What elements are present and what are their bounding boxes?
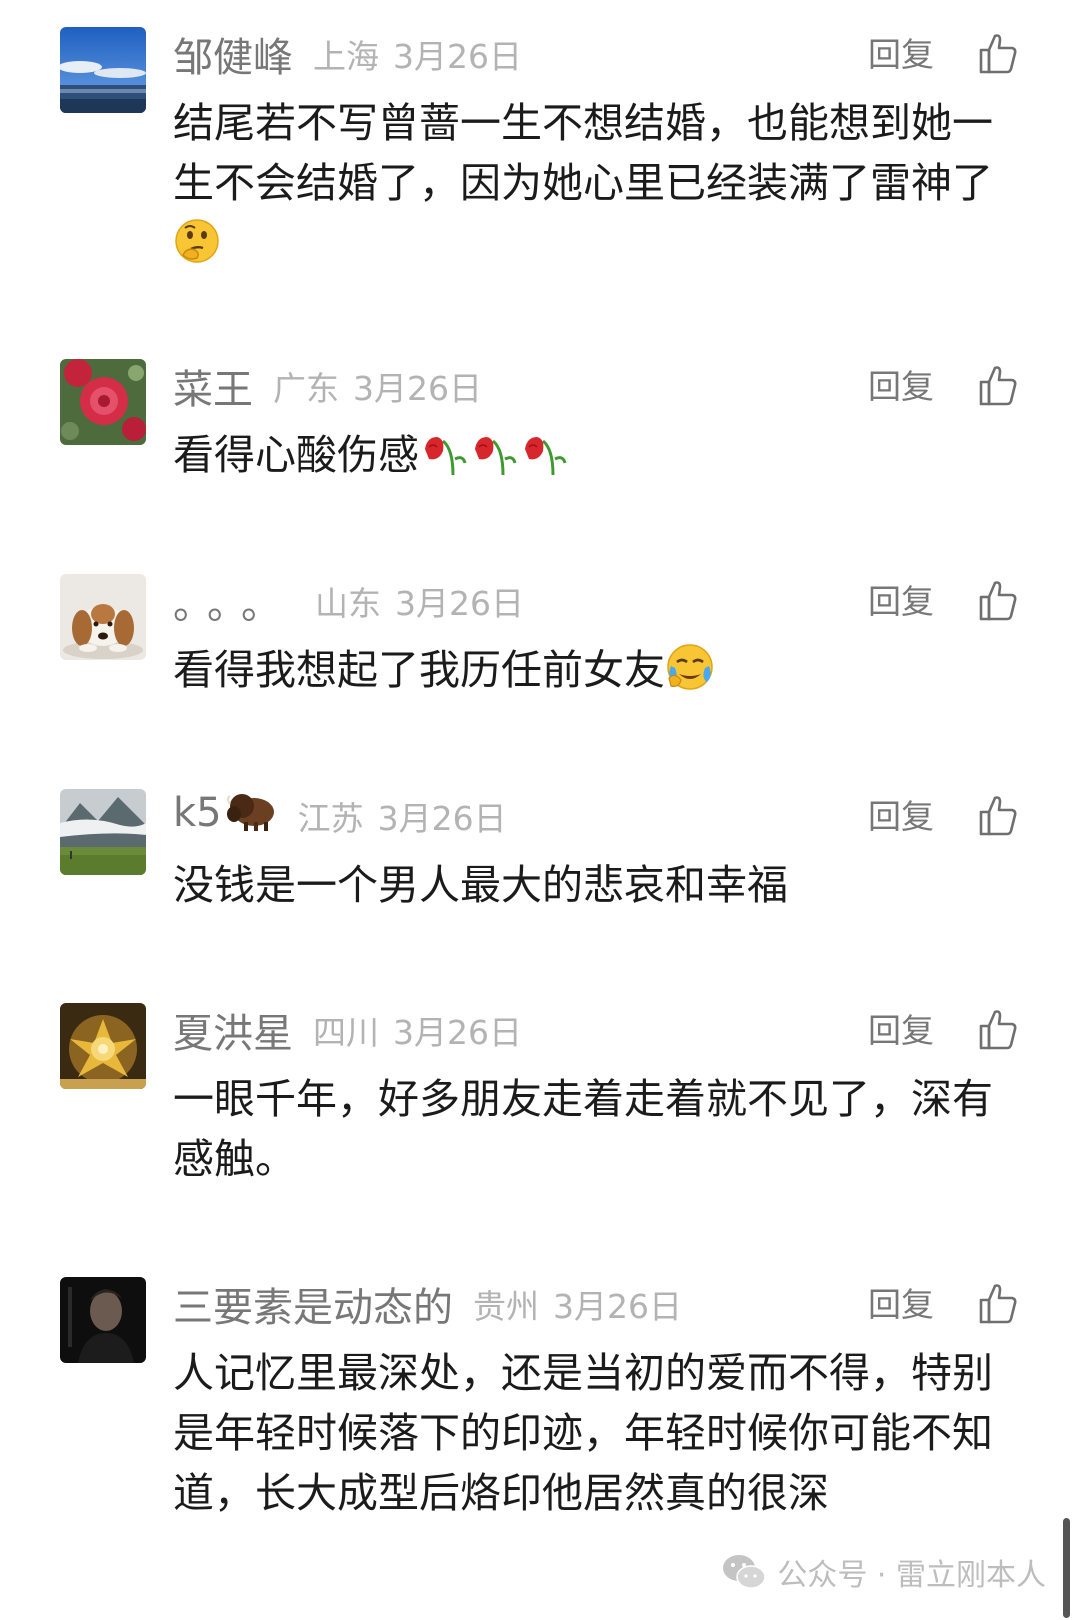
comment-text: 看得我想起了我历任前女友 [173, 640, 1003, 708]
bison-emoji [224, 790, 278, 842]
avatar[interactable] [60, 574, 146, 660]
comment-meta: 三要素是动态的 贵州 3月26日 [173, 1277, 682, 1331]
username[interactable]: 夏洪星 [173, 1001, 293, 1059]
watermark-text: 公众号 · 雷立刚本人 [777, 1558, 1046, 1593]
comment-meta: 菜王 广东 3月26日 [173, 359, 482, 413]
date: 3月26日 [393, 1013, 522, 1052]
comment-text-content: 看得心酸伤感 [173, 431, 419, 479]
comment-text: 人记忆里最深处，还是当初的爱而不得，特别是年轻时候落下的印迹，年轻时候你可能不知… [173, 1343, 1003, 1523]
wechat-icon [723, 1555, 767, 1589]
username-text: k5 [173, 790, 222, 836]
thumbs-up-icon[interactable] [978, 578, 1018, 622]
avatar[interactable] [60, 1003, 146, 1089]
watermark: 公众号 · 雷立刚本人 [721, 1550, 1046, 1594]
date: 3月26日 [353, 369, 482, 408]
comment-meta: 夏洪星 四川 3月26日 [173, 1003, 522, 1057]
wilted-flower-emoji [469, 429, 519, 493]
location: 广东 [273, 369, 339, 408]
comment-meta: 。。。 山东 3月26日 [173, 574, 524, 628]
username[interactable]: 。。。 [173, 572, 295, 630]
location: 四川 [313, 1013, 379, 1052]
wilted-flower-emoji [419, 429, 469, 493]
username[interactable]: 邹健峰 [173, 25, 293, 83]
comment-text-content: 没钱是一个男人最大的悲哀和幸福 [173, 861, 788, 909]
reply-button[interactable]: 回复 [868, 580, 934, 624]
location: 山东 [315, 584, 381, 623]
thumbs-up-icon[interactable] [978, 793, 1018, 837]
reply-button[interactable]: 回复 [868, 1283, 934, 1327]
location: 贵州 [473, 1287, 539, 1326]
comment-text-content: 结尾若不写曾蔷一生不想结婚，也能想到她一生不会结婚了，因为她心里已经装满了雷神了 [173, 99, 993, 207]
avatar[interactable] [60, 359, 146, 445]
comment-text: 看得心酸伤感 [173, 425, 1003, 493]
username[interactable]: 菜王 [173, 357, 253, 415]
wilted-flower-emoji [519, 429, 569, 493]
crying-face-emoji [665, 642, 715, 708]
reply-button[interactable]: 回复 [868, 1009, 934, 1053]
comment-text-content: 看得我想起了我历任前女友 [173, 646, 665, 694]
avatar[interactable] [60, 789, 146, 875]
scrollbar[interactable] [1063, 1518, 1070, 1618]
location: 江苏 [297, 799, 364, 838]
comment-meta: k5 江苏 3月26日 [173, 789, 507, 843]
username[interactable]: 三要素是动态的 [173, 1275, 453, 1333]
thumbs-up-icon[interactable] [978, 31, 1018, 75]
comment-text-content: 一眼千年，好多朋友走着走着就不见了，深有感触。 [173, 1075, 993, 1183]
date: 3月26日 [377, 799, 507, 838]
comment-text: 一眼千年，好多朋友走着走着就不见了，深有感触。 [173, 1069, 1003, 1189]
date: 3月26日 [553, 1287, 682, 1326]
reply-button[interactable]: 回复 [868, 795, 934, 839]
thinking-face-emoji [173, 217, 221, 281]
thumbs-up-icon[interactable] [978, 1281, 1018, 1325]
comment-text: 结尾若不写曾蔷一生不想结婚，也能想到她一生不会结婚了，因为她心里已经装满了雷神了 [173, 93, 1003, 281]
avatar[interactable] [60, 27, 146, 113]
location: 上海 [313, 37, 379, 76]
comment-text: 没钱是一个男人最大的悲哀和幸福 [173, 855, 1003, 915]
username[interactable]: k5 [173, 790, 278, 842]
avatar[interactable] [60, 1277, 146, 1363]
reply-button[interactable]: 回复 [868, 365, 934, 409]
date: 3月26日 [393, 37, 522, 76]
comment-meta: 邹健峰 上海 3月26日 [173, 27, 522, 81]
date: 3月26日 [395, 584, 524, 623]
comment-text-content: 人记忆里最深处，还是当初的爱而不得，特别是年轻时候落下的印迹，年轻时候你可能不知… [173, 1349, 993, 1517]
thumbs-up-icon[interactable] [978, 363, 1018, 407]
thumbs-up-icon[interactable] [978, 1007, 1018, 1051]
reply-button[interactable]: 回复 [868, 33, 934, 77]
